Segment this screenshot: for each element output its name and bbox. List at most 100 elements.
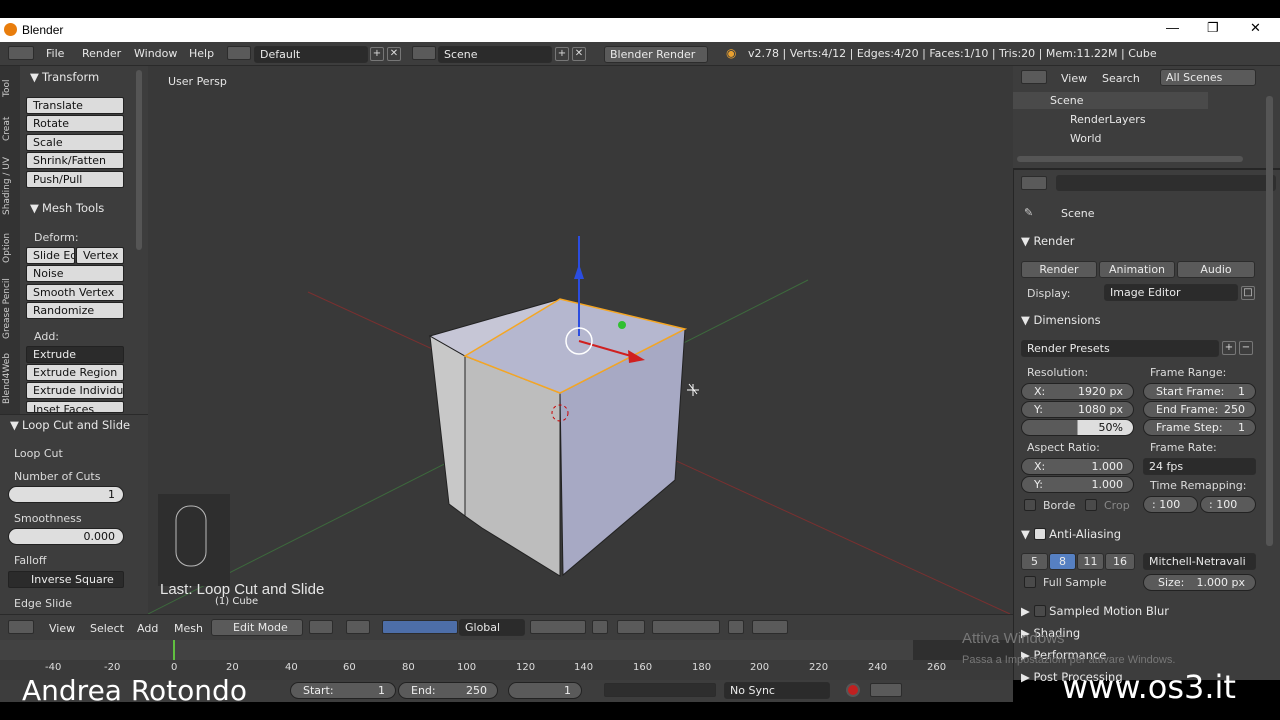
push-pull-button[interactable]: Push/Pull (26, 171, 124, 188)
menu-file[interactable]: File (46, 47, 64, 60)
render-anim-icon[interactable] (752, 620, 788, 634)
opengl-render-icon[interactable] (728, 620, 744, 634)
proportional-edit-icon[interactable] (617, 620, 645, 634)
tab-grease-pencil[interactable]: Grease Pencil (2, 276, 18, 342)
display-select[interactable]: Image Editor (1104, 284, 1238, 301)
layout-select[interactable]: Default (254, 46, 368, 63)
aa-panel-title[interactable]: Anti-Aliasing (1049, 527, 1121, 541)
add-layout-icon[interactable]: + (370, 47, 384, 61)
render-presets-select[interactable]: Render Presets (1021, 340, 1219, 357)
pin-icon[interactable]: ✎ (1024, 206, 1033, 219)
tab-tool[interactable]: Tool (2, 74, 18, 102)
manipulator-icons[interactable] (382, 620, 458, 634)
keying-set-icon[interactable] (870, 683, 902, 697)
add-preset-icon[interactable]: + (1222, 341, 1236, 355)
scale-button[interactable]: Scale (26, 134, 124, 151)
outliner-world[interactable]: World (1070, 132, 1102, 145)
display-fullscreen-icon[interactable]: □ (1241, 286, 1255, 300)
maximize-icon[interactable]: ❐ (1207, 20, 1219, 36)
motion-blur-arrow-icon[interactable]: ▶ (1021, 604, 1034, 618)
dimensions-panel-title[interactable]: Dimensions (1034, 313, 1101, 327)
resolution-percentage-field[interactable]: 50% (1021, 419, 1134, 436)
audio-button[interactable]: Audio (1177, 261, 1255, 278)
shading-mode-icon[interactable] (309, 620, 333, 634)
resolution-y-field[interactable]: Y: 1080 px (1021, 401, 1134, 418)
start-frame-field[interactable]: Start Frame: 1 (1143, 383, 1256, 400)
crop-checkbox[interactable] (1085, 499, 1097, 511)
outliner-search-menu[interactable]: Search (1102, 72, 1140, 85)
3d-viewport[interactable]: User Persp Last: Loop Cut and Slide (1) … (148, 66, 1013, 614)
outliner-filter-select[interactable]: All Scenes (1160, 69, 1256, 86)
tab-options[interactable]: Option (2, 228, 18, 268)
render-engine-select[interactable]: Blender Render (604, 46, 708, 63)
aa-checkbox[interactable] (1033, 528, 1046, 540)
properties-context-tabs[interactable] (1056, 175, 1276, 191)
border-checkbox[interactable] (1024, 499, 1036, 511)
current-frame-field[interactable]: 1 (508, 682, 582, 699)
render-panel-title[interactable]: Render (1034, 234, 1075, 248)
render-button[interactable]: Render (1021, 261, 1097, 278)
outliner-scene[interactable]: Scene (1050, 94, 1084, 107)
viewport-select-menu[interactable]: Select (90, 622, 124, 635)
pivot-point-icon[interactable] (346, 620, 370, 634)
minimize-icon[interactable]: — (1166, 20, 1179, 35)
remove-scene-icon[interactable]: ✕ (572, 47, 586, 61)
mesh-tools-arrow[interactable]: ▼ (30, 201, 39, 215)
render-arrow-icon[interactable]: ▼ (1021, 234, 1034, 248)
outliner-view-menu[interactable]: View (1061, 72, 1087, 85)
aspect-x-field[interactable]: X: 1.000 (1021, 458, 1134, 475)
viewport-add-menu[interactable]: Add (137, 622, 158, 635)
remap-old-field[interactable]: : 100 (1143, 496, 1198, 513)
mesh-tools-title[interactable]: Mesh Tools (42, 201, 104, 215)
tab-shading-uv[interactable]: Shading / UV (2, 154, 18, 218)
smooth-vertex-button[interactable]: Smooth Vertex (26, 284, 124, 301)
aa-size-field[interactable]: Size: 1.000 px (1143, 574, 1256, 591)
properties-scrollbar[interactable] (1266, 96, 1273, 546)
dimensions-arrow-icon[interactable]: ▼ (1021, 313, 1034, 327)
remove-layout-icon[interactable]: ✕ (387, 47, 401, 61)
editor-type-icon[interactable] (8, 46, 34, 60)
outliner-hscrollbar[interactable] (1017, 156, 1243, 162)
rotate-button[interactable]: Rotate (26, 115, 124, 132)
frame-rate-select[interactable]: 24 fps (1143, 458, 1256, 475)
viewport-mesh-menu[interactable]: Mesh (174, 622, 203, 635)
start-field[interactable]: Start: 1 (290, 682, 396, 699)
aspect-y-field[interactable]: Y: 1.000 (1021, 476, 1134, 493)
shrink-fatten-button[interactable]: Shrink/Fatten (26, 152, 124, 169)
add-scene-icon[interactable]: + (555, 47, 569, 61)
select-mode-icons[interactable] (530, 620, 586, 634)
slide-vertex-button[interactable]: Vertex (76, 247, 124, 264)
tab-blend4web[interactable]: Blend4Web (2, 352, 18, 406)
limit-selection-icon[interactable] (592, 620, 608, 634)
post-processing-arrow-icon[interactable]: ▶ (1021, 670, 1034, 684)
sync-select[interactable]: No Sync (724, 682, 830, 699)
toolshelf-scrollbar[interactable] (136, 70, 142, 250)
randomize-button[interactable]: Randomize (26, 302, 124, 319)
full-sample-checkbox[interactable] (1024, 576, 1036, 588)
tab-create[interactable]: Creat (2, 112, 18, 146)
animation-button[interactable]: Animation (1099, 261, 1175, 278)
aa-arrow-icon[interactable]: ▼ (1021, 527, 1034, 541)
menu-window[interactable]: Window (134, 47, 177, 60)
transform-panel-title[interactable]: Transform (42, 70, 99, 84)
aa-samples-11[interactable]: 11 (1077, 553, 1104, 570)
noise-button[interactable]: Noise (26, 265, 124, 282)
mode-select[interactable]: Edit Mode (211, 619, 303, 636)
snapping-icons[interactable] (652, 620, 720, 634)
viewport-editor-type-icon[interactable] (8, 620, 34, 634)
screen-layout-icon[interactable] (227, 46, 251, 60)
end-field[interactable]: End: 250 (398, 682, 498, 699)
resolution-x-field[interactable]: X: 1920 px (1021, 383, 1134, 400)
playback-controls[interactable] (604, 683, 716, 697)
operator-arrow[interactable]: ▼ (10, 418, 19, 432)
motion-blur-title[interactable]: Sampled Motion Blur (1049, 604, 1169, 618)
aa-samples-16[interactable]: 16 (1105, 553, 1135, 570)
aa-filter-select[interactable]: Mitchell-Netravali (1143, 553, 1256, 570)
extrude-menu[interactable]: Extrude (26, 346, 124, 363)
properties-editor-type-icon[interactable] (1021, 176, 1047, 190)
frame-step-field[interactable]: Frame Step: 1 (1143, 419, 1256, 436)
menu-help[interactable]: Help (189, 47, 214, 60)
remap-new-field[interactable]: : 100 (1200, 496, 1256, 513)
operator-title[interactable]: Loop Cut and Slide (22, 418, 130, 432)
scene-select[interactable]: Scene (438, 46, 552, 63)
